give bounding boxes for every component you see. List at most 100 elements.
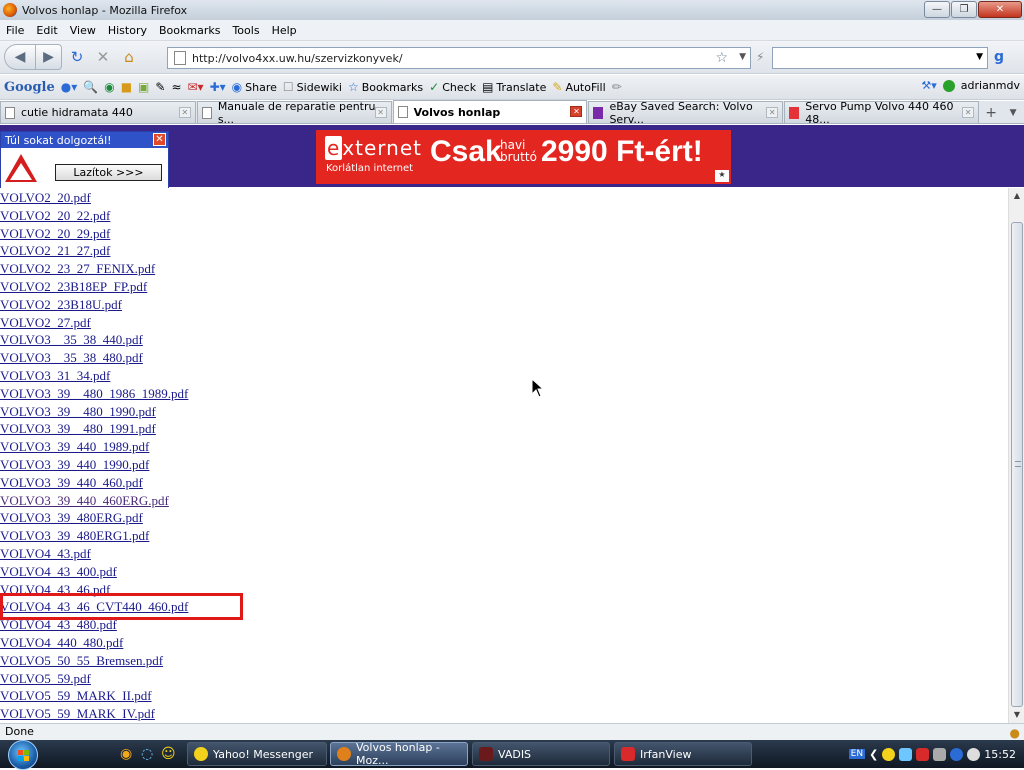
- menu-history[interactable]: History: [102, 24, 153, 37]
- file-link[interactable]: VOLVO5_59.pdf: [0, 671, 91, 686]
- pencil-icon[interactable]: ✎: [155, 80, 165, 94]
- messenger-icon[interactable]: ☺: [161, 746, 176, 762]
- scroll-thumb[interactable]: [1011, 222, 1023, 707]
- menu-bookmarks[interactable]: Bookmarks: [153, 24, 226, 37]
- stop-icon[interactable]: ✕: [92, 46, 114, 68]
- tab-volvos-honlap[interactable]: Volvos honlap ✕: [392, 100, 588, 123]
- file-link[interactable]: VOLVO5_59_MARK_II.pdf: [0, 688, 152, 703]
- status-addon-icon[interactable]: ●: [1010, 725, 1020, 741]
- bookmark-star-icon[interactable]: ☆: [715, 50, 728, 66]
- google-search-icon[interactable]: g: [994, 49, 1004, 65]
- bookmarks-star-icon[interactable]: ☆: [348, 80, 359, 94]
- file-link[interactable]: VOLVO3_39_480ERG.pdf: [0, 510, 143, 525]
- file-link[interactable]: VOLVO3_39__480_1990.pdf: [0, 404, 156, 419]
- file-link[interactable]: VOLVO2_23B18U.pdf: [0, 297, 122, 312]
- globe-icon[interactable]: ●▾: [61, 80, 78, 94]
- tab-close-icon[interactable]: ✕: [374, 107, 387, 118]
- folder-icon[interactable]: ■: [121, 80, 132, 94]
- tab-manuale-de-reparatie[interactable]: Manuale de reparatie pentru s... ✕: [196, 100, 392, 126]
- sidewiki-icon[interactable]: ☐: [283, 80, 294, 94]
- search-dropdown-icon[interactable]: ▼: [976, 52, 983, 62]
- share-icon[interactable]: ◉: [232, 80, 242, 94]
- autofill-button[interactable]: AutoFill: [565, 81, 605, 94]
- file-link[interactable]: VOLVO3_39_440_460.pdf: [0, 475, 143, 490]
- plus-icon[interactable]: ✚▾: [210, 80, 226, 94]
- vertical-scrollbar[interactable]: ▲ ▼: [1008, 188, 1024, 723]
- warning-close-icon[interactable]: ✕: [153, 133, 166, 146]
- file-link[interactable]: VOLVO3__35_38_480.pdf: [0, 350, 143, 365]
- scroll-up-icon[interactable]: ▲: [1009, 188, 1024, 204]
- scroll-down-icon[interactable]: ▼: [1009, 707, 1024, 723]
- file-link[interactable]: VOLVO5_50_55_Bremsen.pdf: [0, 653, 163, 668]
- mail-icon[interactable]: ✉▾: [188, 80, 204, 94]
- file-link[interactable]: VOLVO2_21_27.pdf: [0, 243, 110, 258]
- chrome-icon[interactable]: ◉: [120, 746, 132, 762]
- network-tray-icon[interactable]: [899, 747, 913, 761]
- reload-icon[interactable]: ↻: [66, 46, 88, 68]
- share-button[interactable]: Share: [245, 81, 277, 94]
- tab-close-icon[interactable]: ✕: [962, 107, 975, 118]
- maximize-button[interactable]: ❐: [951, 1, 977, 18]
- file-link[interactable]: VOLVO3_39_440_460ERG.pdf: [0, 493, 169, 508]
- autofill-icon[interactable]: ✎: [552, 80, 562, 94]
- minimize-button[interactable]: —: [924, 1, 950, 18]
- forward-button[interactable]: ▶: [36, 44, 62, 70]
- back-button[interactable]: ◀: [4, 44, 36, 70]
- google-account[interactable]: adrianmdv: [961, 79, 1020, 92]
- check-button[interactable]: Check: [442, 81, 476, 94]
- notes-icon[interactable]: ▣: [138, 80, 149, 94]
- tab-servo-pump[interactable]: Servo Pump Volvo 440 460 48... ✕: [784, 100, 980, 126]
- task-vadis[interactable]: VADIS: [472, 742, 610, 766]
- file-link[interactable]: VOLVO3_39__480_1986_1989.pdf: [0, 386, 188, 401]
- task-irfanview[interactable]: IrfanView: [614, 742, 752, 766]
- tray-expand-icon[interactable]: ❮: [869, 748, 878, 761]
- file-link[interactable]: VOLVO2_20_29.pdf: [0, 226, 110, 241]
- clock-tray-icon[interactable]: [967, 747, 981, 761]
- check-icon[interactable]: ✓: [429, 80, 439, 94]
- translate-button[interactable]: Translate: [496, 81, 546, 94]
- file-link[interactable]: VOLVO3__35_38_440.pdf: [0, 332, 143, 347]
- file-link[interactable]: VOLVO2_20_22.pdf: [0, 208, 110, 223]
- messenger-tray-icon[interactable]: [882, 747, 896, 761]
- search-icon[interactable]: 🔍: [83, 80, 98, 94]
- update-tray-icon[interactable]: [950, 747, 964, 761]
- tab-close-icon[interactable]: ✕: [570, 106, 583, 117]
- spellcheck-icon[interactable]: ≈: [171, 80, 181, 94]
- file-link[interactable]: VOLVO2_23B18EP_FP.pdf: [0, 279, 147, 294]
- file-link[interactable]: VOLVO4_43_400.pdf: [0, 564, 117, 579]
- file-link[interactable]: VOLVO4_440_480.pdf: [0, 635, 123, 650]
- menu-edit[interactable]: Edit: [30, 24, 63, 37]
- task-yahoo-messenger[interactable]: Yahoo! Messenger: [187, 742, 327, 766]
- sidewiki-button[interactable]: Sidewiki: [297, 81, 342, 94]
- new-tab-button[interactable]: +: [980, 103, 1002, 123]
- file-link[interactable]: VOLVO5_59_MARK_IV.pdf: [0, 706, 155, 721]
- clock[interactable]: 15:52: [984, 748, 1016, 761]
- file-link[interactable]: VOLVO3_39_440_1990.pdf: [0, 457, 149, 472]
- tab-cutie-hidramata[interactable]: cutie hidramata 440 ✕: [0, 101, 196, 123]
- file-link[interactable]: VOLVO4_43.pdf: [0, 546, 91, 561]
- file-link[interactable]: VOLVO3_39_440_1989.pdf: [0, 439, 149, 454]
- file-link[interactable]: VOLVO3_31_34.pdf: [0, 368, 110, 383]
- bookmarks-button[interactable]: Bookmarks: [362, 81, 423, 94]
- url-bar[interactable]: http://volvo4xx.uw.hu/szervizkonyvek/ ☆ …: [167, 47, 751, 69]
- web-icon[interactable]: ◉: [104, 80, 114, 94]
- menu-file[interactable]: File: [0, 24, 30, 37]
- antivirus-tray-icon[interactable]: [916, 747, 930, 761]
- start-button[interactable]: [8, 740, 38, 770]
- tab-ebay-saved-search[interactable]: eBay Saved Search: Volvo Serv... ✕: [588, 100, 784, 126]
- file-link[interactable]: VOLVO2_27.pdf: [0, 315, 91, 330]
- close-button[interactable]: ✕: [978, 1, 1022, 18]
- ad-info-icon[interactable]: ★: [715, 170, 729, 182]
- eraser-icon[interactable]: ✏: [612, 80, 622, 94]
- menu-view[interactable]: View: [64, 24, 102, 37]
- wrench-icon[interactable]: ⚒▾: [921, 79, 936, 92]
- ad-banner[interactable]: e xternet Korlátlan internet Csak havi bru…: [316, 130, 731, 184]
- file-link[interactable]: VOLVO2_20.pdf: [0, 190, 91, 205]
- language-indicator[interactable]: EN: [848, 749, 866, 759]
- menu-help[interactable]: Help: [266, 24, 303, 37]
- tab-close-icon[interactable]: ✕: [766, 107, 779, 118]
- file-link[interactable]: VOLVO2_23_27_FENIX.pdf: [0, 261, 155, 276]
- menu-tools[interactable]: Tools: [226, 24, 265, 37]
- volume-tray-icon[interactable]: [933, 747, 947, 761]
- tab-list-button[interactable]: ▼: [1002, 103, 1024, 123]
